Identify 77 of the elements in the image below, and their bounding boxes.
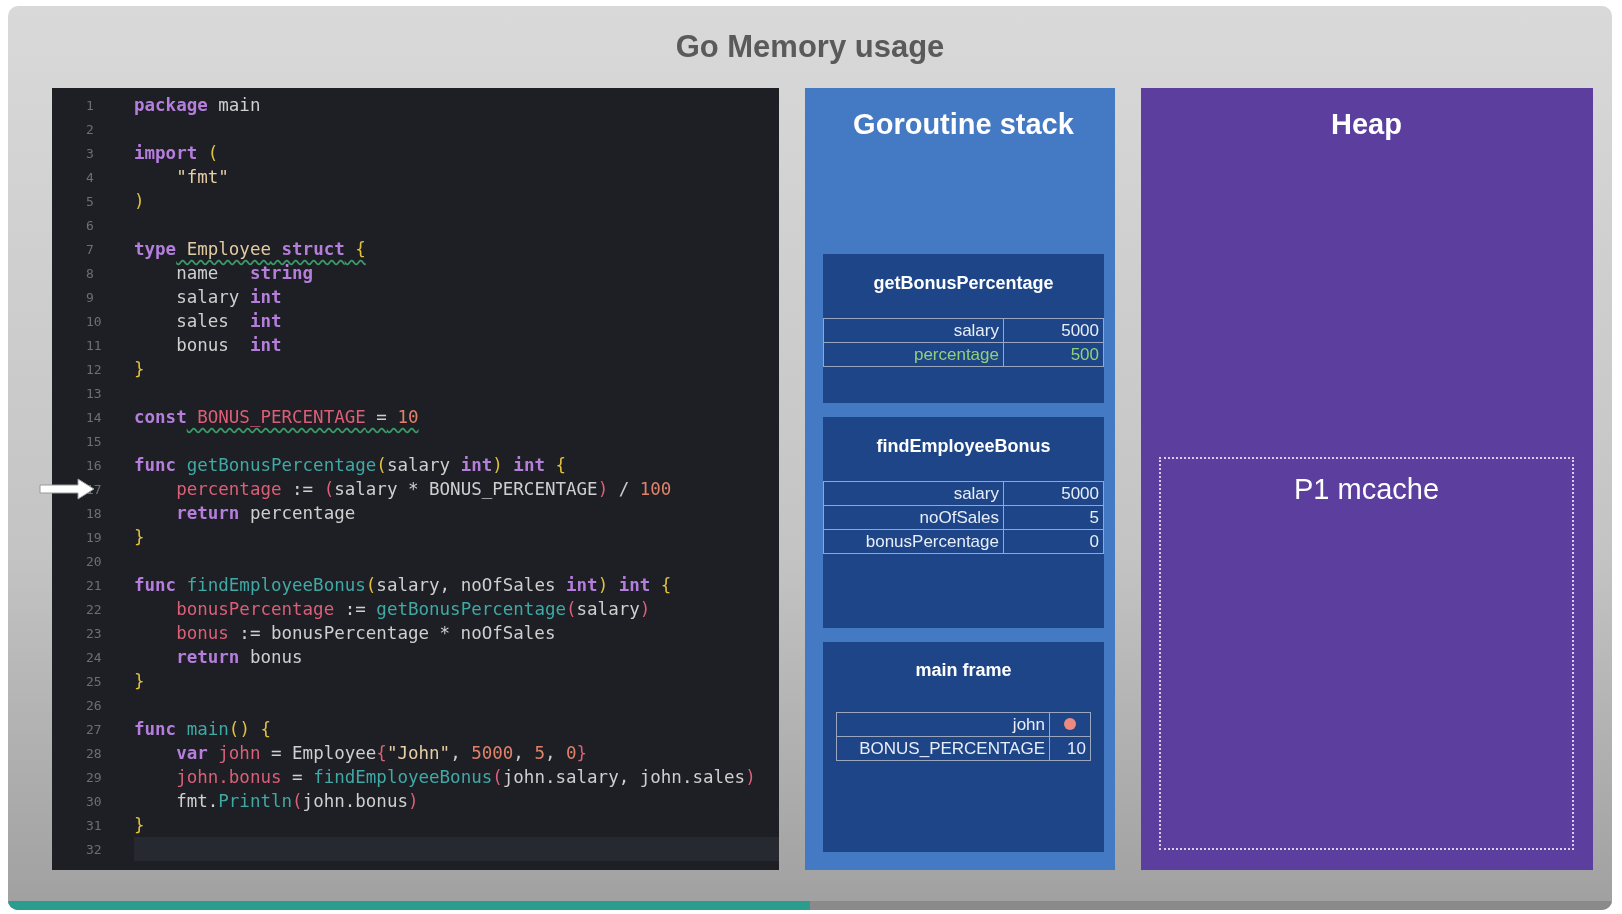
variable-value: 5 bbox=[1088, 507, 1100, 529]
code-line: } bbox=[134, 358, 146, 381]
frame-title: getBonusPercentage bbox=[873, 272, 1054, 294]
frame-title: findEmployeeBonus bbox=[876, 435, 1051, 457]
line-number: 2 bbox=[85, 121, 95, 137]
code-line: import ( bbox=[134, 142, 220, 165]
code-line: ) bbox=[134, 190, 146, 213]
line-number: 12 bbox=[85, 361, 103, 377]
code-line: package main bbox=[134, 94, 262, 117]
code-line: func getBonusPercentage(salary int) int { bbox=[134, 454, 568, 477]
line-number: 5 bbox=[85, 193, 95, 209]
code-line: } bbox=[134, 670, 146, 693]
line-number: 29 bbox=[85, 769, 103, 785]
code-line: return percentage bbox=[175, 502, 357, 525]
region-label: P1 mcache bbox=[1293, 473, 1440, 507]
line-number: 3 bbox=[85, 145, 95, 161]
line-number: 14 bbox=[85, 409, 103, 425]
line-number: 11 bbox=[85, 337, 103, 353]
line-number: 19 bbox=[85, 529, 103, 545]
code-line: type Employee struct { bbox=[134, 238, 367, 261]
line-number: 24 bbox=[85, 649, 103, 665]
line-number: 28 bbox=[85, 745, 103, 761]
line-number: 8 bbox=[85, 265, 95, 281]
code-line: sales int bbox=[175, 310, 283, 333]
variable-name: noOfSales bbox=[824, 506, 1004, 529]
code-line: func main() { bbox=[134, 718, 272, 741]
line-number: 25 bbox=[85, 673, 103, 689]
code-line: percentage := (salary * BONUS_PERCENTAGE) / 100 bbox=[175, 478, 673, 501]
line-number: 32 bbox=[85, 841, 103, 857]
code-line: bonus int bbox=[175, 334, 283, 357]
variable-name: BONUS_PERCENTAGE bbox=[837, 736, 1050, 760]
panel-title: Heap bbox=[1331, 108, 1402, 142]
line-number: 27 bbox=[85, 721, 103, 737]
line-number: 4 bbox=[85, 169, 95, 185]
code-line: fmt.Println(john.bonus) bbox=[175, 790, 420, 813]
line-number: 10 bbox=[85, 313, 103, 329]
line-number: 6 bbox=[85, 217, 95, 233]
line-number: 1 bbox=[85, 97, 95, 113]
line-number: 31 bbox=[85, 817, 103, 833]
line-number: 20 bbox=[85, 553, 103, 569]
frame-title: main frame bbox=[915, 660, 1012, 681]
line-number: 23 bbox=[85, 625, 103, 641]
code-line: var john = Employee{"John", 5000, 5, 0} bbox=[175, 742, 589, 765]
code-line: name string bbox=[175, 262, 315, 285]
code-line: return bonus bbox=[175, 646, 304, 669]
variable-value: 0 bbox=[1088, 531, 1100, 553]
line-number: 15 bbox=[85, 433, 103, 449]
panel-title: Goroutine stack bbox=[853, 108, 1074, 142]
line-number: 7 bbox=[85, 241, 95, 257]
variable-value: 5000 bbox=[1060, 320, 1100, 342]
line-number: 21 bbox=[85, 577, 103, 593]
code-line: bonus := bonusPercentage * noOfSales bbox=[175, 622, 557, 645]
line-number: 22 bbox=[85, 601, 103, 617]
code-line: const BONUS_PERCENTAGE = 10 bbox=[134, 406, 420, 429]
variable-name: salary bbox=[824, 319, 1004, 342]
variable-name: salary bbox=[824, 482, 1004, 505]
line-number: 9 bbox=[85, 289, 95, 305]
code-line: } bbox=[134, 526, 146, 549]
code-line: john.bonus = findEmployeeBonus(john.salary, john.sales) bbox=[175, 766, 757, 789]
variable-value: 10 bbox=[1066, 737, 1087, 760]
variable-value: 5000 bbox=[1060, 483, 1100, 505]
variable-name: john bbox=[837, 712, 1050, 736]
line-number: 16 bbox=[85, 457, 103, 473]
code-line: "fmt" bbox=[175, 166, 230, 189]
progress-track[interactable] bbox=[8, 901, 1612, 910]
line-number: 18 bbox=[85, 505, 103, 521]
code-line: } bbox=[134, 814, 146, 837]
variable-name: percentage bbox=[824, 343, 1004, 366]
code-line: bonusPercentage := getBonusPercentage(salary) bbox=[175, 598, 652, 621]
variable-name: bonusPercentage bbox=[824, 530, 1004, 553]
line-number: 30 bbox=[85, 793, 103, 809]
code-line: salary int bbox=[175, 286, 283, 309]
line-number: 26 bbox=[85, 697, 103, 713]
slide-title: Go Memory usage bbox=[675, 29, 945, 65]
code-line: func findEmployeeBonus(salary, noOfSales int) int { bbox=[134, 574, 673, 597]
line-number: 13 bbox=[85, 385, 103, 401]
variable-value: 500 bbox=[1069, 344, 1100, 366]
